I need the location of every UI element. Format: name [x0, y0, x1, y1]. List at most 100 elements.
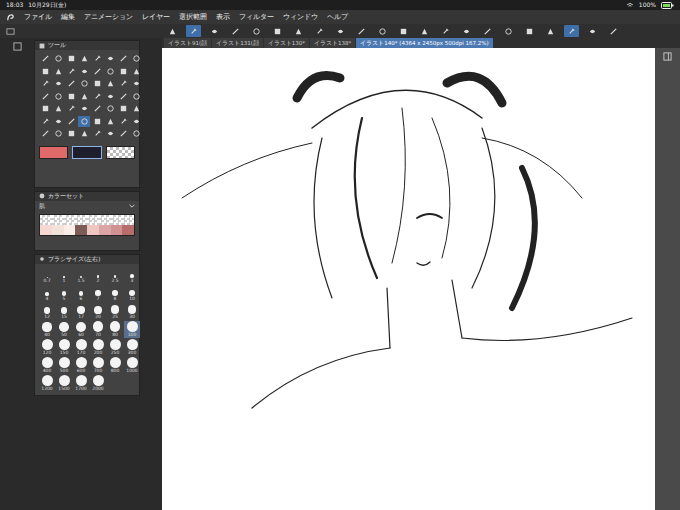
- brush-size-option[interactable]: 10: [124, 285, 140, 302]
- tool-button[interactable]: [78, 103, 90, 115]
- tool-button[interactable]: [52, 128, 64, 140]
- color-set-swatch[interactable]: [75, 215, 87, 225]
- tool-button[interactable]: [91, 66, 103, 78]
- tool-button[interactable]: [91, 103, 103, 115]
- command-button[interactable]: [564, 25, 579, 37]
- tool-button[interactable]: [117, 66, 129, 78]
- brush-size-option[interactable]: 0.7: [39, 267, 55, 284]
- command-button[interactable]: [165, 25, 180, 37]
- tool-button[interactable]: [117, 78, 129, 90]
- color-set-swatch[interactable]: [64, 215, 76, 225]
- color-swatch[interactable]: [72, 146, 101, 159]
- tool-button[interactable]: [39, 103, 51, 115]
- color-set-swatch[interactable]: [40, 215, 52, 225]
- brush-size-option[interactable]: 700: [90, 357, 106, 374]
- tool-button[interactable]: [104, 53, 116, 65]
- brush-size-option[interactable]: 100: [124, 321, 140, 338]
- tool-button[interactable]: [78, 53, 90, 65]
- menu-item[interactable]: フィルター: [239, 12, 274, 22]
- color-set-swatch[interactable]: [64, 225, 76, 235]
- brush-size-option[interactable]: 6: [73, 285, 89, 302]
- tool-button[interactable]: [130, 116, 142, 128]
- command-button[interactable]: [312, 25, 327, 37]
- command-button[interactable]: [480, 25, 495, 37]
- tool-button[interactable]: [78, 116, 90, 128]
- brush-size-option[interactable]: 1700: [73, 375, 89, 392]
- brush-size-option[interactable]: 120: [39, 339, 55, 356]
- tool-button[interactable]: [65, 66, 77, 78]
- command-button[interactable]: [354, 25, 369, 37]
- brush-size-option[interactable]: 80: [107, 321, 123, 338]
- menu-item[interactable]: 編集: [61, 12, 75, 22]
- tool-button[interactable]: [78, 78, 90, 90]
- color-set-swatch[interactable]: [52, 215, 64, 225]
- command-button[interactable]: [396, 25, 411, 37]
- command-button[interactable]: [291, 25, 306, 37]
- menu-item[interactable]: ヘルプ: [327, 12, 348, 22]
- command-button[interactable]: [249, 25, 264, 37]
- command-button[interactable]: [459, 25, 474, 37]
- document-tab[interactable]: イラスト140* (4364 x 2450px 500dpi 167.2%): [356, 38, 492, 48]
- tool-button[interactable]: [65, 78, 77, 90]
- brush-size-option[interactable]: 8: [107, 285, 123, 302]
- brush-size-option[interactable]: 7: [90, 285, 106, 302]
- brush-size-option[interactable]: 5: [56, 285, 72, 302]
- tool-button[interactable]: [104, 128, 116, 140]
- command-button[interactable]: [417, 25, 432, 37]
- tool-button[interactable]: [130, 91, 142, 103]
- tool-button[interactable]: [91, 78, 103, 90]
- color-set-swatch[interactable]: [111, 225, 123, 235]
- tool-button[interactable]: [39, 53, 51, 65]
- document-tab[interactable]: イラスト138*: [310, 38, 355, 48]
- tool-button[interactable]: [117, 91, 129, 103]
- brush-size-option[interactable]: 1000: [124, 357, 140, 374]
- color-set-swatch[interactable]: [99, 215, 111, 225]
- command-button[interactable]: [333, 25, 348, 37]
- menu-item[interactable]: ファイル: [24, 12, 52, 22]
- tool-button[interactable]: [117, 116, 129, 128]
- tool-button[interactable]: [104, 116, 116, 128]
- tool-button[interactable]: [130, 66, 142, 78]
- document-tab[interactable]: イラスト131(顔: [212, 38, 263, 48]
- tool-button[interactable]: [130, 103, 142, 115]
- tool-button[interactable]: [117, 53, 129, 65]
- tool-button[interactable]: [65, 103, 77, 115]
- color-set-swatch[interactable]: [40, 225, 52, 235]
- brush-size-option[interactable]: 30: [124, 303, 140, 320]
- menu-item[interactable]: アニメーション: [84, 12, 133, 22]
- menu-item[interactable]: 選択範囲: [179, 12, 207, 22]
- tool-button[interactable]: [117, 103, 129, 115]
- tool-button[interactable]: [39, 116, 51, 128]
- tool-button[interactable]: [104, 103, 116, 115]
- tool-button[interactable]: [104, 66, 116, 78]
- menu-item[interactable]: レイヤー: [142, 12, 170, 22]
- color-swatch[interactable]: [106, 146, 135, 159]
- color-set-swatch[interactable]: [75, 225, 87, 235]
- color-set-swatch[interactable]: [99, 225, 111, 235]
- menu-item[interactable]: 表示: [216, 12, 230, 22]
- brush-size-option[interactable]: 12: [39, 303, 55, 320]
- command-button[interactable]: [270, 25, 285, 37]
- tool-button[interactable]: [52, 91, 64, 103]
- command-button[interactable]: [207, 25, 222, 37]
- command-button[interactable]: [606, 25, 621, 37]
- color-set-swatch[interactable]: [52, 225, 64, 235]
- command-button[interactable]: [438, 25, 453, 37]
- color-set-select[interactable]: 肌: [35, 201, 139, 212]
- brush-size-option[interactable]: 200: [90, 339, 106, 356]
- tool-button[interactable]: [52, 103, 64, 115]
- color-set-swatch[interactable]: [87, 215, 99, 225]
- brush-size-option[interactable]: 17: [73, 303, 89, 320]
- command-button[interactable]: [375, 25, 390, 37]
- brush-size-option[interactable]: 4: [39, 285, 55, 302]
- brush-size-option[interactable]: 400: [39, 357, 55, 374]
- brush-size-option[interactable]: 2000: [90, 375, 106, 392]
- brush-size-option[interactable]: 25: [107, 303, 123, 320]
- tool-button[interactable]: [65, 128, 77, 140]
- tool-button[interactable]: [130, 78, 142, 90]
- brush-size-option[interactable]: 150: [56, 339, 72, 356]
- tool-button[interactable]: [65, 53, 77, 65]
- tool-button[interactable]: [65, 116, 77, 128]
- tool-button[interactable]: [78, 128, 90, 140]
- tool-button[interactable]: [91, 116, 103, 128]
